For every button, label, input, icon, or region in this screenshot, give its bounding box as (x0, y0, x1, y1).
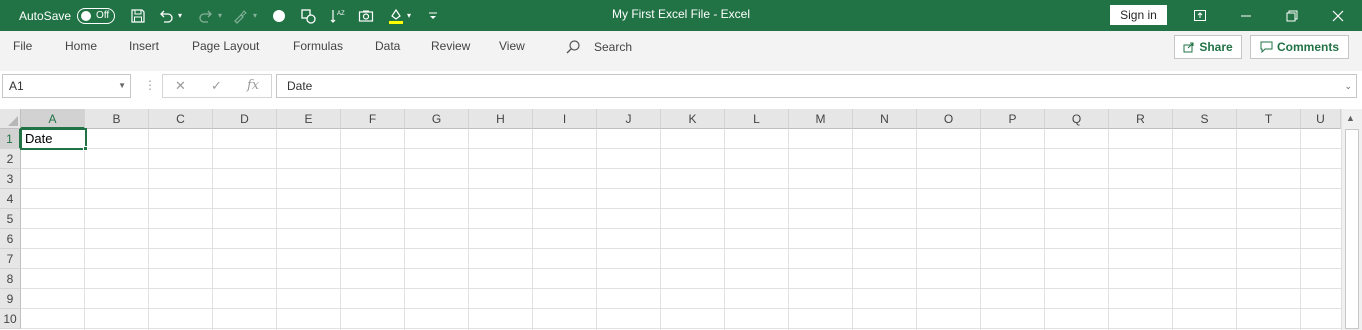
column-header-c[interactable]: C (149, 109, 213, 129)
formula-input[interactable]: Date ⌄ (276, 74, 1357, 98)
circle-shape-icon[interactable] (267, 0, 291, 31)
tab-view[interactable]: View (499, 31, 525, 62)
tab-home[interactable]: Home (65, 31, 97, 62)
expand-formula-bar-icon[interactable]: ⌄ (1344, 75, 1352, 97)
close-icon[interactable] (1315, 0, 1361, 31)
row-header-4[interactable]: 4 (0, 189, 21, 209)
column-header-e[interactable]: E (277, 109, 341, 129)
highlight-dropdown-icon[interactable]: ▾ (407, 0, 411, 31)
row-header-1[interactable]: 1 (0, 129, 21, 149)
active-cell-a1[interactable]: Date (20, 128, 87, 150)
chevron-down-icon[interactable]: ▼ (118, 75, 126, 97)
title-bar: AutoSave Off ▾ ▾ ▾ AZ ▾ My First Excel F… (0, 0, 1362, 31)
column-header-r[interactable]: R (1109, 109, 1173, 129)
comment-icon (1260, 41, 1273, 53)
formula-bar-grip-icon[interactable]: ⋮ (144, 74, 156, 98)
undo-dropdown-icon[interactable]: ▾ (178, 0, 182, 31)
row-header-8[interactable]: 8 (0, 269, 21, 289)
row-header-5[interactable]: 5 (0, 209, 21, 229)
row-header-10[interactable]: 10 (0, 309, 21, 329)
comments-button[interactable]: Comments (1250, 35, 1349, 59)
column-header-n[interactable]: N (853, 109, 917, 129)
cell-area[interactable] (21, 129, 1341, 330)
tab-formulas[interactable]: Formulas (293, 31, 343, 62)
save-icon[interactable] (126, 0, 150, 31)
redo-dropdown-icon[interactable]: ▾ (218, 0, 222, 31)
share-button[interactable]: Share (1174, 35, 1242, 59)
row-header-7[interactable]: 7 (0, 249, 21, 269)
column-header-h[interactable]: H (469, 109, 533, 129)
column-header-l[interactable]: L (725, 109, 789, 129)
comments-label: Comments (1276, 40, 1339, 54)
painter-dropdown-icon[interactable]: ▾ (253, 0, 257, 31)
tab-insert[interactable]: Insert (129, 31, 159, 62)
column-header-f[interactable]: F (341, 109, 405, 129)
select-all-triangle-icon (8, 116, 18, 126)
minimize-icon[interactable] (1223, 0, 1269, 31)
worksheet-grid: ABCDEFGHIJKLMNOPQRSTU 1 2 3 4 5 6 7 8 9 10 Date ▲ (0, 109, 1362, 330)
cancel-entry-icon[interactable]: ✕ (175, 75, 186, 97)
undo-icon[interactable] (154, 0, 178, 31)
svg-text:AZ: AZ (337, 11, 345, 17)
row-header-6[interactable]: 6 (0, 229, 21, 249)
column-header-t[interactable]: T (1237, 109, 1301, 129)
search-icon (566, 39, 580, 53)
scroll-up-icon[interactable]: ▲ (1346, 113, 1355, 123)
camera-icon[interactable] (354, 0, 378, 31)
column-header-i[interactable]: I (533, 109, 597, 129)
column-header-o[interactable]: O (917, 109, 981, 129)
sign-in-button[interactable]: Sign in (1110, 5, 1167, 25)
scrollbar-thumb[interactable] (1345, 129, 1359, 329)
enter-check-icon[interactable]: ✓ (211, 75, 222, 97)
column-header-d[interactable]: D (213, 109, 277, 129)
column-header-u[interactable]: U (1301, 109, 1341, 129)
row-header-2[interactable]: 2 (0, 149, 21, 169)
search-label: Search (594, 39, 633, 54)
row-header-3[interactable]: 3 (0, 169, 21, 189)
share-label: Share (1199, 40, 1233, 54)
name-box[interactable]: A1 ▼ (2, 74, 131, 98)
customize-qat-icon[interactable] (428, 0, 438, 31)
column-header-p[interactable]: P (981, 109, 1045, 129)
shapes-icon[interactable] (296, 0, 320, 31)
column-header-k[interactable]: K (661, 109, 725, 129)
fill-handle[interactable] (83, 146, 88, 151)
select-all-button[interactable] (0, 109, 21, 129)
row-header-9[interactable]: 9 (0, 289, 21, 309)
tell-me-search[interactable]: Search (565, 31, 632, 62)
autosave-control[interactable]: AutoSave Off (19, 0, 116, 31)
autosave-toggle[interactable]: Off (77, 7, 116, 24)
column-header-s[interactable]: S (1173, 109, 1237, 129)
toggle-knob (81, 10, 92, 21)
restore-icon[interactable] (1269, 0, 1315, 31)
share-icon (1183, 42, 1194, 53)
tab-data[interactable]: Data (375, 31, 400, 62)
tab-page-layout[interactable]: Page Layout (192, 31, 259, 62)
ribbon-display-icon[interactable] (1177, 0, 1223, 31)
insert-function-icon[interactable]: fx (247, 75, 259, 97)
ribbon-tabs: File Home Insert Page Layout Formulas Da… (0, 31, 1362, 62)
autosave-label: AutoSave (19, 8, 72, 23)
formula-text: Date (287, 79, 313, 93)
tab-review[interactable]: Review (431, 31, 470, 62)
tab-file[interactable]: File (13, 31, 32, 62)
ribbon-collapsed-strip (0, 62, 1362, 71)
formula-buttons: ✕ ✓ fx (162, 74, 272, 98)
column-header-a[interactable]: A (21, 109, 85, 129)
highlight-icon[interactable] (384, 0, 408, 31)
column-header-m[interactable]: M (789, 109, 853, 129)
column-header-j[interactable]: J (597, 109, 661, 129)
column-header-b[interactable]: B (85, 109, 149, 129)
sort-icon[interactable]: AZ (325, 0, 349, 31)
redo-icon[interactable] (194, 0, 218, 31)
autosave-state: Off (96, 9, 110, 21)
vertical-scrollbar[interactable]: ▲ (1341, 109, 1362, 330)
column-header-q[interactable]: Q (1045, 109, 1109, 129)
name-box-value: A1 (9, 79, 24, 93)
column-header-g[interactable]: G (405, 109, 469, 129)
format-painter-icon[interactable] (228, 0, 252, 31)
